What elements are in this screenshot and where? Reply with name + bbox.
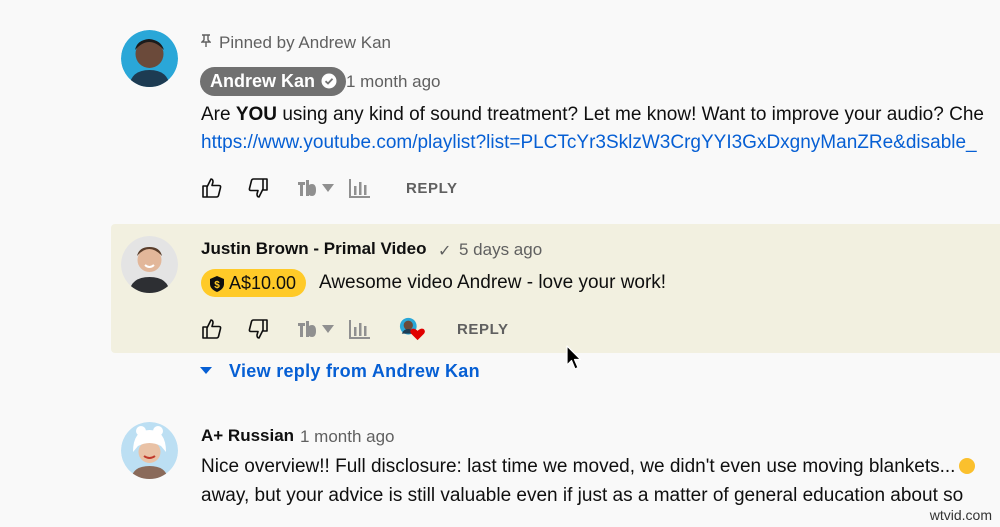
- tubebuddy-icon[interactable]: [297, 319, 317, 339]
- watermark: wtvid.com: [929, 507, 992, 523]
- playlist-link[interactable]: https://www.youtube.com/playlist?list=PL…: [201, 129, 977, 157]
- bar-chart-icon[interactable]: [349, 178, 371, 198]
- comment-actions: REPLY: [201, 176, 458, 200]
- comment-timestamp[interactable]: 1 month ago: [300, 427, 395, 447]
- comment-text-line-1: Nice overview!! Full disclosure: last ti…: [201, 453, 976, 481]
- verified-check-icon: [321, 69, 337, 98]
- comment-text-rest: using any kind of sound treatment? Let m…: [277, 104, 984, 125]
- comment-text-bold: YOU: [235, 104, 278, 125]
- super-thanks-amount: A$10.00: [229, 273, 297, 293]
- comment-text: Awesome video Andrew - love your work!: [319, 272, 667, 293]
- view-reply-button[interactable]: View reply from Andrew Kan: [199, 359, 480, 382]
- reply-button[interactable]: REPLY: [457, 321, 509, 338]
- thumbs-up-icon[interactable]: [201, 318, 223, 340]
- caret-down-icon[interactable]: [321, 183, 335, 193]
- mouse-cursor-icon: [566, 345, 582, 376]
- author-chip-andrew-kan[interactable]: Andrew Kan: [200, 67, 347, 98]
- svg-text:$: $: [214, 280, 220, 291]
- creator-heart-icon[interactable]: [399, 317, 425, 341]
- author-name: Andrew Kan: [210, 71, 316, 91]
- pinned-label: Pinned by Andrew Kan: [200, 33, 392, 53]
- thumbs-down-icon[interactable]: [247, 318, 269, 340]
- author-name[interactable]: Justin Brown - Primal Video: [201, 239, 426, 259]
- tubebuddy-icon[interactable]: [297, 178, 317, 198]
- comment-timestamp[interactable]: 1 month ago: [346, 72, 441, 92]
- super-thanks-badge: $ A$10.00: [201, 269, 307, 297]
- caret-down-icon: [199, 359, 213, 380]
- thumbs-down-icon[interactable]: [247, 177, 269, 199]
- comment-text: Nice overview!! Full disclosure: last ti…: [201, 456, 956, 477]
- avatar-a-plus-russian[interactable]: [121, 422, 178, 479]
- comments-section: Pinned by Andrew Kan Andrew Kan 1 month …: [0, 0, 1000, 527]
- author-name[interactable]: A+ Russian: [201, 426, 294, 446]
- emoji-icon: [959, 458, 976, 474]
- pinned-text: Pinned by Andrew Kan: [219, 33, 392, 52]
- bar-chart-icon[interactable]: [349, 319, 371, 339]
- avatar-andrew-kan[interactable]: [121, 30, 178, 87]
- comment-actions: REPLY: [201, 317, 509, 341]
- thumbs-up-icon[interactable]: [201, 177, 223, 199]
- view-reply-label: View reply from Andrew Kan: [229, 361, 480, 381]
- pin-icon: [200, 34, 212, 51]
- caret-down-icon[interactable]: [321, 324, 335, 334]
- comment-text: Are YOU using any kind of sound treatmen…: [201, 101, 984, 129]
- super-thanks-icon: $: [210, 276, 224, 292]
- reply-button[interactable]: REPLY: [406, 180, 458, 197]
- member-check-icon: ✓: [438, 243, 452, 260]
- avatar-justin-brown[interactable]: [121, 236, 178, 293]
- comment-text-line-2: away, but your advice is still valuable …: [201, 485, 964, 506]
- comment-timestamp[interactable]: 5 days ago: [459, 240, 542, 260]
- comment-text-prefix: Are: [201, 104, 236, 125]
